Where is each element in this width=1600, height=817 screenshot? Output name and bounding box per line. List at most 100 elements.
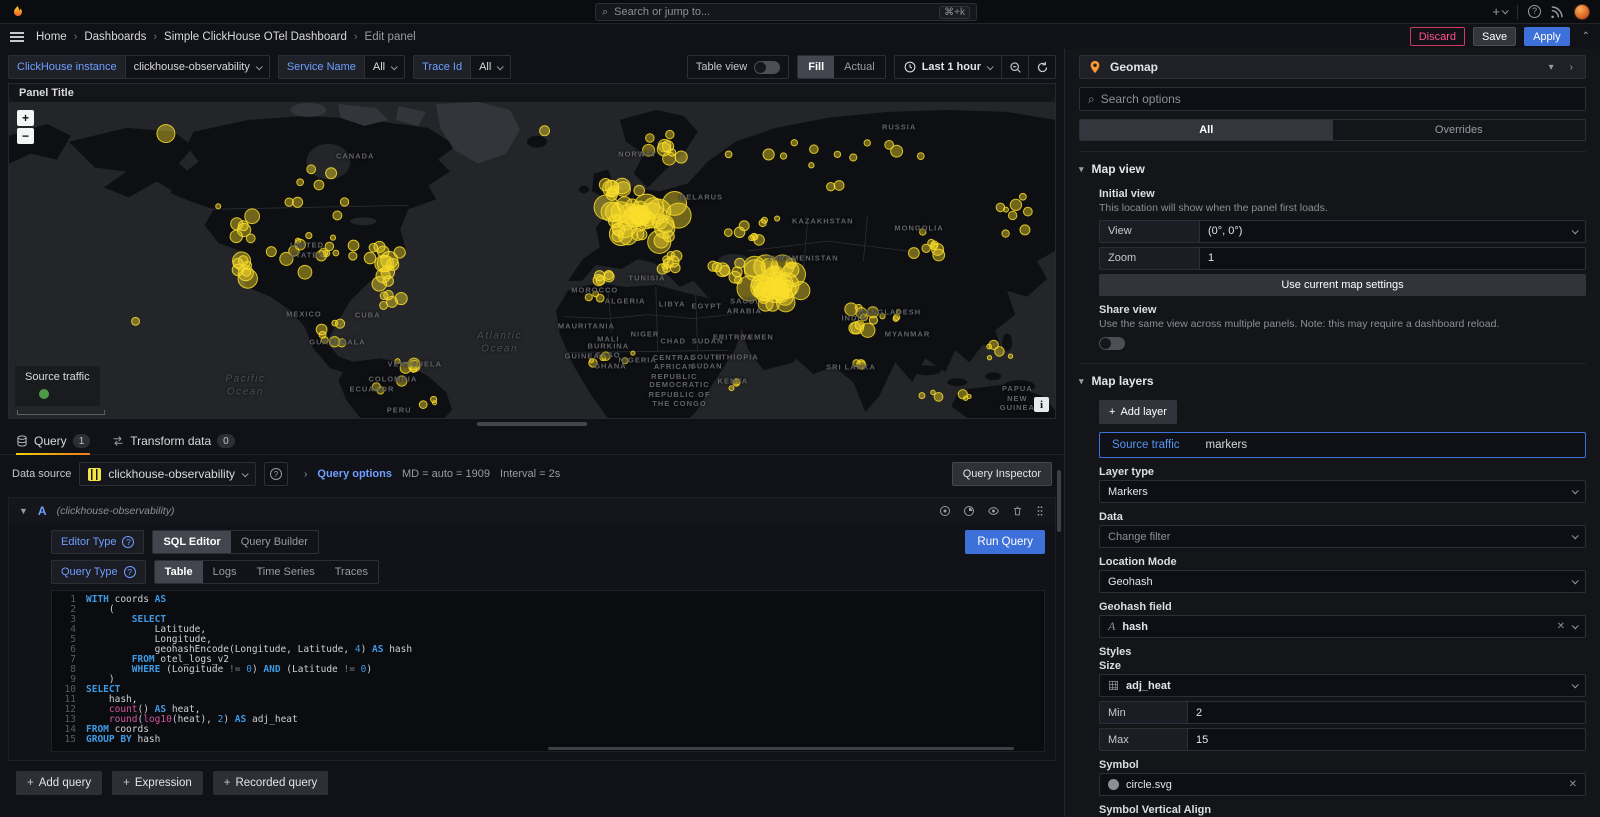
traffic-marker[interactable] <box>216 204 221 209</box>
traffic-marker[interactable] <box>646 134 655 143</box>
traffic-marker[interactable] <box>666 130 674 138</box>
traffic-marker[interactable] <box>791 140 797 146</box>
traffic-marker[interactable] <box>325 242 334 251</box>
traffic-marker[interactable] <box>827 182 835 190</box>
options-tab-overrides[interactable]: Overrides <box>1333 120 1586 140</box>
collapse-query-icon[interactable]: ▼ <box>19 506 28 516</box>
use-current-map-settings-button[interactable]: Use current map settings <box>1099 274 1586 296</box>
hide-response-eye-icon[interactable] <box>987 505 1000 517</box>
traffic-marker[interactable] <box>593 291 599 297</box>
geohash-field-select[interactable]: A hash ✕ <box>1099 615 1586 638</box>
apply-button[interactable]: Apply <box>1524 27 1570 46</box>
traffic-marker[interactable] <box>725 151 732 158</box>
section-map-view-header[interactable]: ▾ Map view <box>1079 160 1586 180</box>
tab-query[interactable]: Query 1 <box>16 434 90 454</box>
traffic-marker[interactable] <box>285 198 293 206</box>
traffic-marker[interactable] <box>670 263 680 273</box>
code-line[interactable]: 8 WHERE (Longitude != 0) AND (Latitude !… <box>52 665 1044 675</box>
traffic-marker[interactable] <box>631 351 635 355</box>
breadcrumb-item[interactable]: Simple ClickHouse OTel Dashboard <box>164 31 347 43</box>
zoom-input[interactable]: 1 <box>1199 247 1586 270</box>
traffic-marker[interactable] <box>857 361 865 369</box>
traffic-marker[interactable] <box>763 149 774 160</box>
delete-query-trash-icon[interactable] <box>1012 505 1023 517</box>
traffic-marker[interactable] <box>397 376 407 386</box>
traffic-marker[interactable] <box>617 197 632 212</box>
traffic-marker[interactable] <box>266 247 276 257</box>
traffic-marker[interactable] <box>809 163 814 168</box>
query-type-logs[interactable]: Logs <box>203 561 247 583</box>
data-filter-select[interactable]: Change filter <box>1099 525 1586 548</box>
traffic-marker[interactable] <box>596 276 605 285</box>
traffic-marker[interactable] <box>855 321 864 330</box>
traffic-marker[interactable] <box>622 358 628 364</box>
traffic-marker[interactable] <box>775 216 780 221</box>
grafana-logo-icon[interactable] <box>10 4 26 20</box>
left-pane-scrollbar[interactable] <box>1057 470 1061 532</box>
traffic-marker[interactable] <box>349 252 357 260</box>
traffic-marker[interactable] <box>891 145 903 157</box>
location-mode-select[interactable]: Geohash <box>1099 570 1586 593</box>
datasource-help-button[interactable]: ? <box>264 462 288 486</box>
query-type-traces[interactable]: Traces <box>325 561 378 583</box>
traffic-marker[interactable] <box>963 396 967 400</box>
chevron-down-icon[interactable]: ▾ <box>1545 62 1558 73</box>
save-button[interactable]: Save <box>1473 27 1516 46</box>
editor-type-help-icon[interactable]: ? <box>122 536 134 548</box>
traffic-marker[interactable] <box>729 386 734 391</box>
traffic-marker[interactable] <box>1010 199 1021 210</box>
map-zoom-out-button[interactable]: − <box>17 128 34 144</box>
map-zoom-in-button[interactable]: + <box>17 110 34 126</box>
add-recorded-query-button[interactable]: +Recorded query <box>213 771 329 795</box>
breadcrumb-item[interactable]: Home <box>36 31 67 43</box>
traffic-marker[interactable] <box>157 125 175 143</box>
traffic-marker[interactable] <box>333 250 339 256</box>
traffic-marker[interactable] <box>712 262 722 272</box>
refresh-button[interactable] <box>1029 56 1055 78</box>
traffic-marker[interactable] <box>608 214 621 227</box>
query-type-table[interactable]: Table <box>155 561 203 583</box>
code-horizontal-scrollbar[interactable] <box>548 747 1014 750</box>
traffic-marker[interactable] <box>330 235 335 240</box>
traffic-marker[interactable] <box>340 198 348 206</box>
traffic-marker[interactable] <box>654 234 668 248</box>
share-view-toggle[interactable] <box>1099 337 1125 350</box>
query-help-icon[interactable] <box>939 505 951 517</box>
traffic-marker[interactable] <box>295 238 300 243</box>
traffic-marker[interactable] <box>733 379 740 386</box>
new-menu-button[interactable]: + <box>1492 5 1507 18</box>
traffic-marker[interactable] <box>987 344 992 349</box>
traffic-marker[interactable] <box>780 153 786 159</box>
traffic-marker[interactable] <box>1020 225 1030 235</box>
map-attribution-info-icon[interactable]: i <box>1034 397 1049 412</box>
query-type-help-icon[interactable]: ? <box>124 566 136 578</box>
traffic-marker[interactable] <box>384 290 394 300</box>
traffic-marker[interactable] <box>1002 230 1009 237</box>
traffic-marker[interactable] <box>987 355 991 359</box>
traffic-marker[interactable] <box>834 151 840 157</box>
traffic-marker[interactable] <box>419 401 427 409</box>
section-map-layers-header[interactable]: ▾ Map layers <box>1079 372 1586 392</box>
datasource-picker[interactable]: clickhouse-observability <box>79 462 256 486</box>
traffic-marker[interactable] <box>307 165 316 174</box>
query-inspector-button[interactable]: Query Inspector <box>952 462 1052 486</box>
traffic-marker[interactable] <box>335 319 344 328</box>
traffic-marker[interactable] <box>408 360 420 372</box>
traffic-marker[interactable] <box>380 301 388 309</box>
traffic-marker[interactable] <box>600 355 606 361</box>
world-map[interactable]: CANADAUNITED STATESMEXICOGUATEMALACUBAVE… <box>9 102 1055 418</box>
traffic-marker[interactable] <box>856 307 867 318</box>
traffic-marker[interactable] <box>338 339 346 347</box>
fill-option[interactable]: Fill <box>798 56 834 78</box>
traffic-marker[interactable] <box>917 153 924 160</box>
traffic-marker[interactable] <box>377 387 384 394</box>
query-type-time-series[interactable]: Time Series <box>246 561 324 583</box>
size-field-select[interactable]: adj_heat <box>1099 674 1586 697</box>
traffic-marker[interactable] <box>589 359 597 367</box>
query-options-expand-icon[interactable]: › <box>304 469 307 480</box>
variable-value-dropdown[interactable]: All <box>470 55 511 79</box>
traffic-marker[interactable] <box>643 144 655 156</box>
traffic-marker[interactable] <box>646 199 670 223</box>
traffic-marker[interactable] <box>933 249 945 261</box>
traffic-marker[interactable] <box>1023 207 1032 216</box>
